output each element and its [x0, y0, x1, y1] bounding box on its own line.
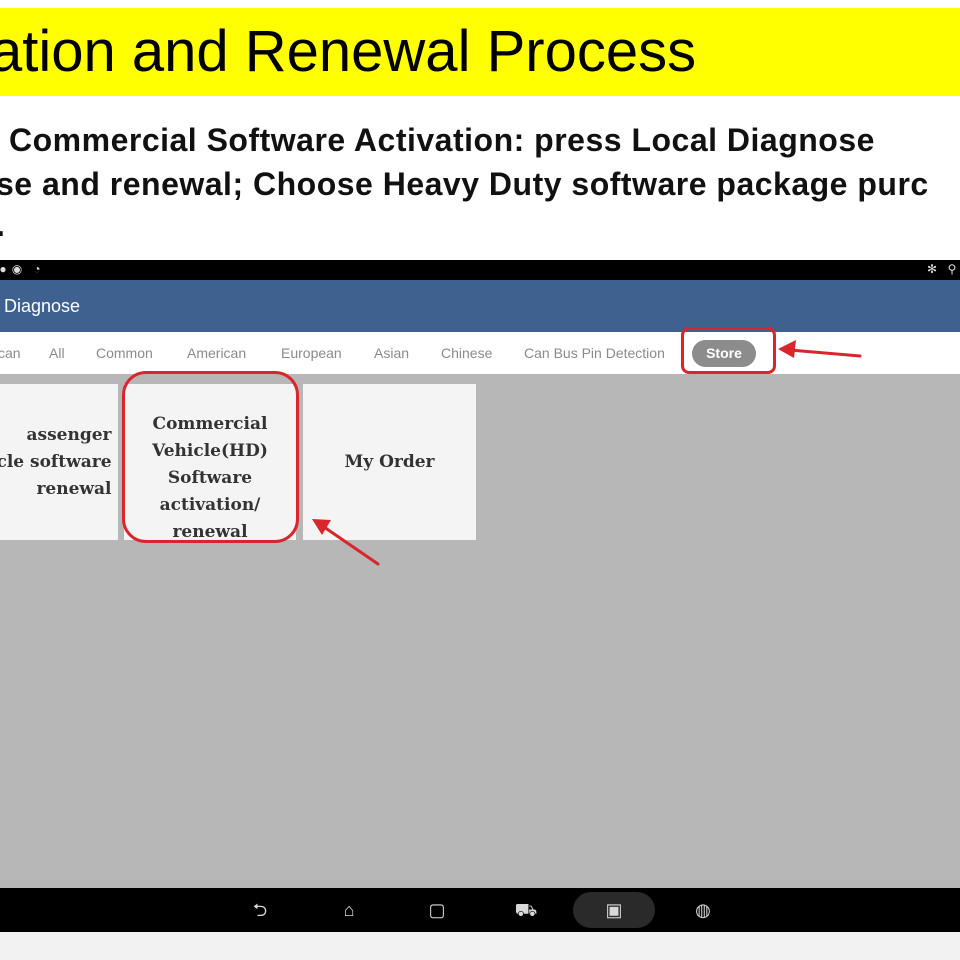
- arrow-to-commercial-card: [312, 519, 380, 566]
- annotation-arrows: [312, 340, 862, 566]
- arrow-to-store: [778, 340, 862, 358]
- slide-footer-strip: [0, 932, 960, 960]
